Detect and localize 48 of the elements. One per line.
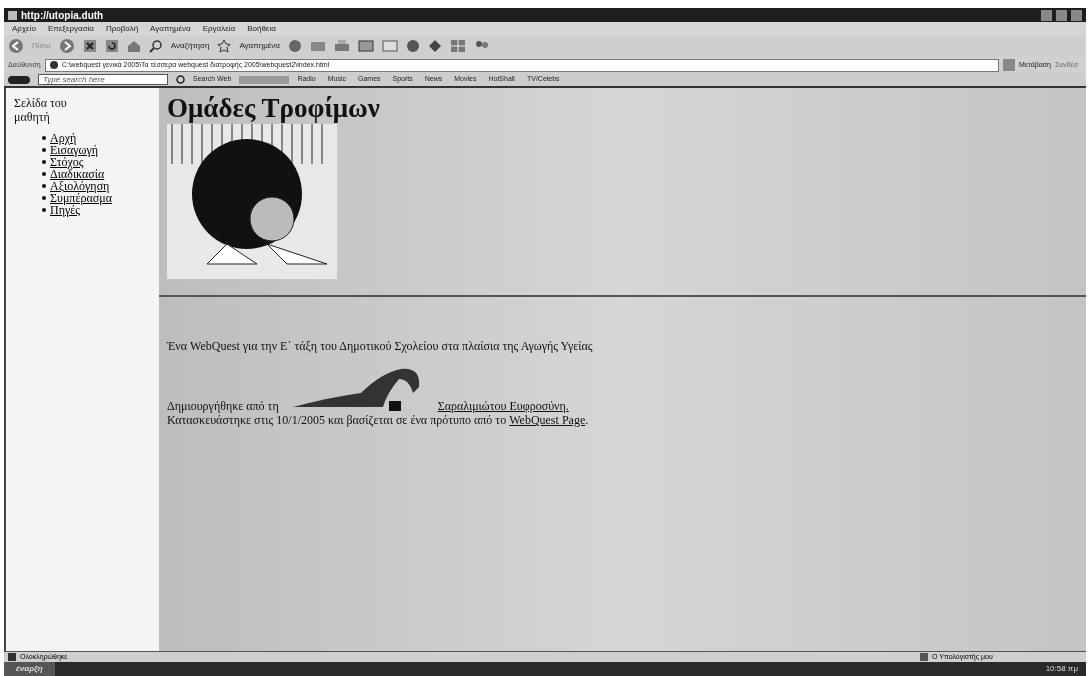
- close-button[interactable]: [1071, 9, 1082, 21]
- star-icon[interactable]: [217, 39, 232, 53]
- intro-text: Ένα WebQuest για την Ε΄ τάξη του Δημοτικού Σχολείου στα πλαίσια της Αγωγής Υγείας: [165, 338, 594, 355]
- created-by-text: Δημιουργήθηκε από τη: [167, 399, 279, 413]
- author-link[interactable]: Σαραλιμιώτου Ευφροσύνη.: [437, 399, 569, 413]
- menu-item[interactable]: Αρχείο: [12, 22, 36, 35]
- toolbar-logo-icon[interactable]: [8, 75, 30, 84]
- stop-icon[interactable]: [82, 39, 97, 53]
- bullet-icon: [42, 184, 46, 188]
- page-heading: Ομάδες Τροφίμων: [166, 92, 381, 124]
- diamond-icon[interactable]: [428, 39, 442, 53]
- nav-link[interactable]: Πηγές: [50, 204, 81, 216]
- start-button[interactable]: έναρξη: [4, 662, 55, 676]
- period-text: .: [585, 413, 589, 427]
- nav-link[interactable]: Στόχος: [50, 156, 84, 168]
- favorites-button[interactable]: Αγαπημένα: [239, 40, 280, 52]
- home-icon[interactable]: [126, 39, 141, 53]
- maximize-button[interactable]: [1056, 9, 1067, 21]
- window-title: http://utopia.duth: [21, 8, 104, 23]
- bullet-icon: [42, 148, 46, 152]
- menu-item[interactable]: Προβολή: [106, 22, 139, 35]
- status-icon: [8, 653, 16, 661]
- page-icon: [49, 61, 58, 69]
- refresh-icon[interactable]: [104, 39, 119, 53]
- built-text: Κατασκευάστηκε στις 10/1/2005 και βασίζεται σε ένα πρότυπο από το: [167, 413, 507, 427]
- nav-link[interactable]: Διαδικασία: [50, 168, 105, 180]
- menu-item[interactable]: Επεξεργασία: [47, 22, 94, 35]
- clock: 10:58 πμ: [1044, 663, 1079, 675]
- sidebar-title: Σελίδα του μαθητή: [14, 96, 68, 124]
- bullet-icon: [42, 196, 46, 200]
- nav-link[interactable]: Αρχή: [50, 132, 77, 144]
- nav-link[interactable]: Συμπέρασμα: [50, 192, 112, 204]
- bullet-icon: [42, 172, 46, 176]
- search-icon[interactable]: [176, 75, 185, 84]
- minimize-button[interactable]: [1041, 9, 1052, 21]
- search-button[interactable]: Αναζήτηση: [170, 40, 210, 52]
- search-icon[interactable]: [148, 39, 163, 53]
- bullet-icon: [42, 160, 46, 164]
- menu-item[interactable]: Εργαλεία: [202, 22, 236, 35]
- menu-item[interactable]: Αγαπημένα: [150, 22, 191, 35]
- nav-link[interactable]: Αξιολόγηση: [50, 180, 110, 192]
- bullet-icon: [42, 208, 46, 212]
- menu-item[interactable]: Βοήθεια: [247, 22, 276, 35]
- printer-icon[interactable]: [334, 39, 350, 53]
- nav-link[interactable]: Εισαγωγή: [50, 144, 99, 156]
- toolbar-search-field[interactable]: Type search here: [38, 74, 168, 85]
- grid-icon[interactable]: [450, 39, 466, 53]
- bullet-icon: [42, 136, 46, 140]
